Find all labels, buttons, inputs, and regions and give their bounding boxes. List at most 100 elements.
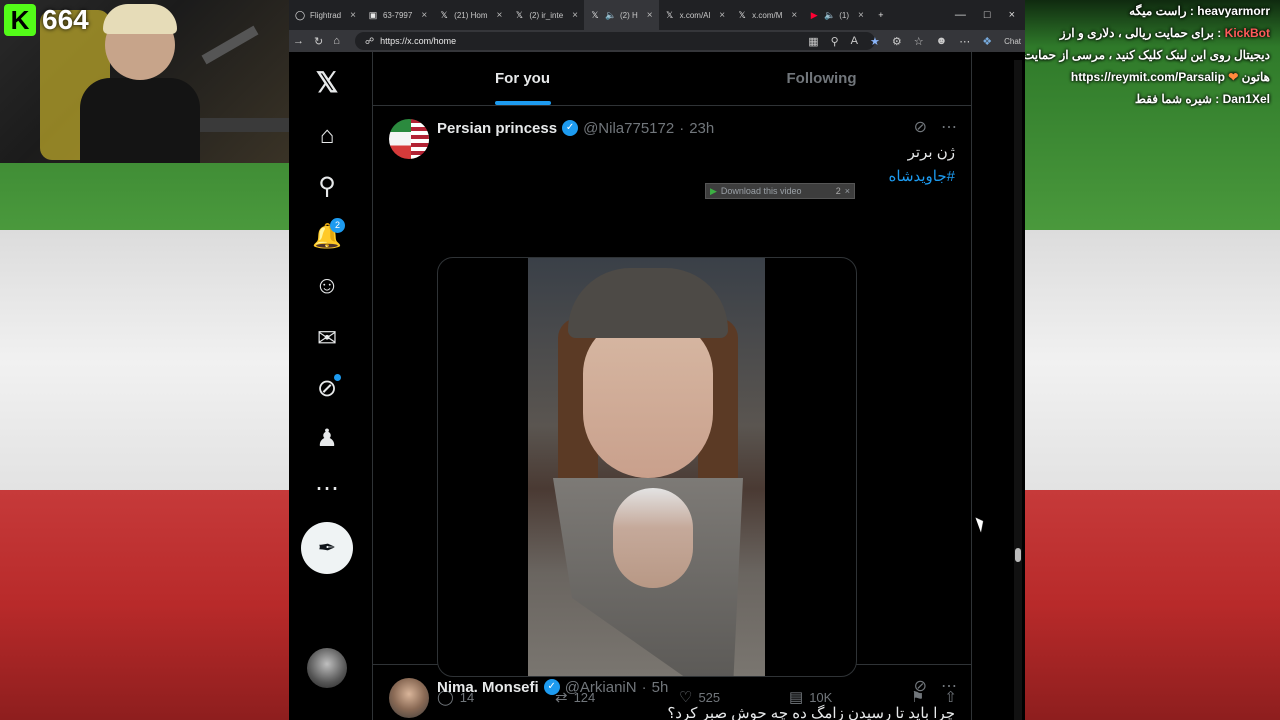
tweet-text: ژن برتر (907, 144, 955, 161)
minimize-icon[interactable]: — (955, 9, 966, 21)
keyboard (200, 118, 290, 132)
new-tab-button[interactable]: + (870, 0, 892, 30)
page-scrollbar[interactable] (1014, 60, 1022, 720)
copilot-icon[interactable]: ❖ (982, 35, 992, 48)
browser-tab[interactable]: ▣ 63-7997 × (362, 0, 433, 30)
close-icon[interactable]: × (719, 10, 725, 21)
messages-mail-icon[interactable]: ✉ (305, 316, 349, 360)
address-bar-row: → ↻ ⌂ ☍ https://x.com/home ▦ ⚲ A ★ ⚙ ☆ ☻… (289, 30, 1025, 52)
globe-icon: ◯ (295, 10, 306, 20)
browser-tab[interactable]: ▶ 🔈 (1) × (803, 0, 870, 30)
browser-tab[interactable]: 𝕏 (21) Hom × (433, 0, 508, 30)
chat-message: دیجیتال روی این لینک کلیک کنید ، مرسی از… (1014, 44, 1280, 66)
browser-tab[interactable]: 𝕏x.com/M × (731, 0, 803, 30)
scrollbar-thumb[interactable] (1015, 548, 1021, 562)
close-icon[interactable]: × (647, 10, 653, 21)
home-nav-icon[interactable]: ⌂ (305, 114, 349, 158)
more-icon[interactable]: ⋯ (959, 35, 970, 48)
forward-icon[interactable]: → (293, 35, 304, 47)
lock-icon: ☍ (365, 35, 375, 46)
play-icon: ▶ (710, 185, 717, 196)
video-cap (568, 268, 728, 338)
refresh-icon[interactable]: ↻ (314, 35, 323, 48)
tweet[interactable]: Persian princess ✓ @Nila775172 · 23h ⊘ ⋯… (373, 107, 971, 706)
home-icon[interactable]: ⌂ (333, 35, 340, 47)
tab-label: (1) (839, 10, 849, 20)
tab-label: (2) ir_inte (529, 10, 564, 20)
tweet-more-icon[interactable]: ⋯ (941, 117, 957, 137)
tweet-author-name[interactable]: Persian princess (437, 120, 557, 137)
tweet-dot-separator: · (679, 119, 685, 137)
chat-side-label[interactable]: Chat (1004, 37, 1021, 46)
tweet[interactable]: Nima. Monsefi ✓ @ArkianiN · 5h ⊘ ⋯ چرا ب… (373, 666, 971, 720)
chat-text: برای حمایت ریالی ، دلاری و ارز : (1059, 26, 1222, 40)
tweet-time[interactable]: 23h (689, 120, 714, 137)
explore-search-icon[interactable]: ⚲ (305, 164, 349, 208)
tweet-avatar[interactable] (389, 119, 429, 159)
account-avatar[interactable] (307, 648, 347, 688)
chat-link: https://reymit.com/Parsalip (1070, 70, 1225, 84)
streamer-body (80, 78, 200, 163)
timeline-tabs: For you Following (373, 52, 971, 106)
chat-text: راست میگه : (1129, 4, 1194, 18)
more-circle-icon[interactable]: ⋯ (305, 466, 349, 510)
tweet-header: Nima. Monsefi ✓ @ArkianiN · 5h (437, 677, 668, 697)
follow-add-user-icon[interactable]: ☺ (305, 264, 349, 308)
streamer-hair (103, 4, 177, 34)
tab-following[interactable]: Following (672, 52, 971, 105)
close-window-icon[interactable]: × (1009, 9, 1015, 21)
tab-label: For you (495, 70, 550, 87)
x-icon: 𝕏 (665, 10, 674, 20)
chat-message: شیره شما فقط : Dan1Xel (1014, 88, 1280, 110)
browser-tab[interactable]: 𝕏 (2) ir_inte × (508, 0, 584, 30)
tab-label: Following (786, 70, 857, 87)
chat-message: راست میگه : heavyarmorr (1014, 0, 1280, 22)
post-feather-button[interactable]: ✒ (301, 522, 353, 574)
chat-text: شیره شما فقط : (1134, 92, 1220, 106)
close-icon[interactable]: × (791, 10, 797, 21)
tweet-handle[interactable]: @ArkianiN (565, 679, 637, 696)
close-icon[interactable]: × (421, 10, 427, 21)
tweet-avatar[interactable] (389, 678, 429, 718)
video-frame (528, 258, 765, 676)
x-icon: 𝕏 (738, 10, 746, 20)
grok-tweet-icon[interactable]: ⊘ (914, 676, 927, 696)
close-icon[interactable]: × (858, 10, 864, 21)
browser-tab[interactable]: ◯ Flightrad × (289, 0, 362, 30)
tweet-hashtag[interactable]: #جاویدشاه (889, 167, 955, 185)
favorites-star-icon[interactable]: ★ (870, 35, 880, 48)
browser-tab[interactable]: 𝕏x.com/Al × (659, 0, 732, 30)
url-field[interactable]: ☍ https://x.com/home (355, 32, 875, 50)
x-logo-icon[interactable]: 𝕏 (305, 60, 349, 104)
profile-icon[interactable]: ☻ (936, 35, 948, 47)
close-icon[interactable]: × (350, 10, 356, 21)
tweet-video[interactable] (437, 257, 857, 677)
download-video-bar[interactable]: ▶ Download this video 2 × (705, 183, 855, 199)
extensions-icon[interactable]: ⚙ (892, 35, 902, 48)
collections-icon[interactable]: ☆ (914, 35, 924, 48)
close-icon[interactable]: × (572, 10, 578, 21)
browser-tab-active[interactable]: 𝕏 🔈 (2) H × (584, 0, 659, 30)
viewer-counter: K 664 (4, 4, 89, 36)
verified-badge-icon: ✓ (562, 120, 579, 136)
youtube-icon: ▶ (810, 10, 818, 20)
notifications-bell-icon[interactable]: 🔔 2 (305, 214, 349, 258)
tab-for-you[interactable]: For you (373, 52, 672, 105)
zoom-icon[interactable]: ⚲ (831, 35, 839, 48)
tweet-more-icon[interactable]: ⋯ (941, 676, 957, 696)
grok-tweet-icon[interactable]: ⊘ (914, 117, 927, 137)
maximize-icon[interactable]: □ (984, 9, 991, 21)
reader-icon[interactable]: ▦ (808, 35, 818, 48)
window-controls: — □ × (955, 0, 1025, 30)
video-face (583, 318, 713, 478)
profile-person-icon[interactable]: ♟ (305, 416, 349, 460)
close-icon[interactable]: × (497, 10, 503, 21)
close-icon[interactable]: × (845, 186, 850, 196)
tweet-handle[interactable]: @Nila775172 (583, 120, 674, 137)
read-aloud-icon[interactable]: A (851, 35, 858, 47)
unread-dot (334, 374, 341, 381)
grok-icon[interactable]: ⊘ (305, 366, 349, 410)
tweet-author-name[interactable]: Nima. Monsefi (437, 679, 539, 696)
speaker-icon: 🔈 (824, 10, 836, 20)
tweet-time[interactable]: 5h (652, 679, 669, 696)
